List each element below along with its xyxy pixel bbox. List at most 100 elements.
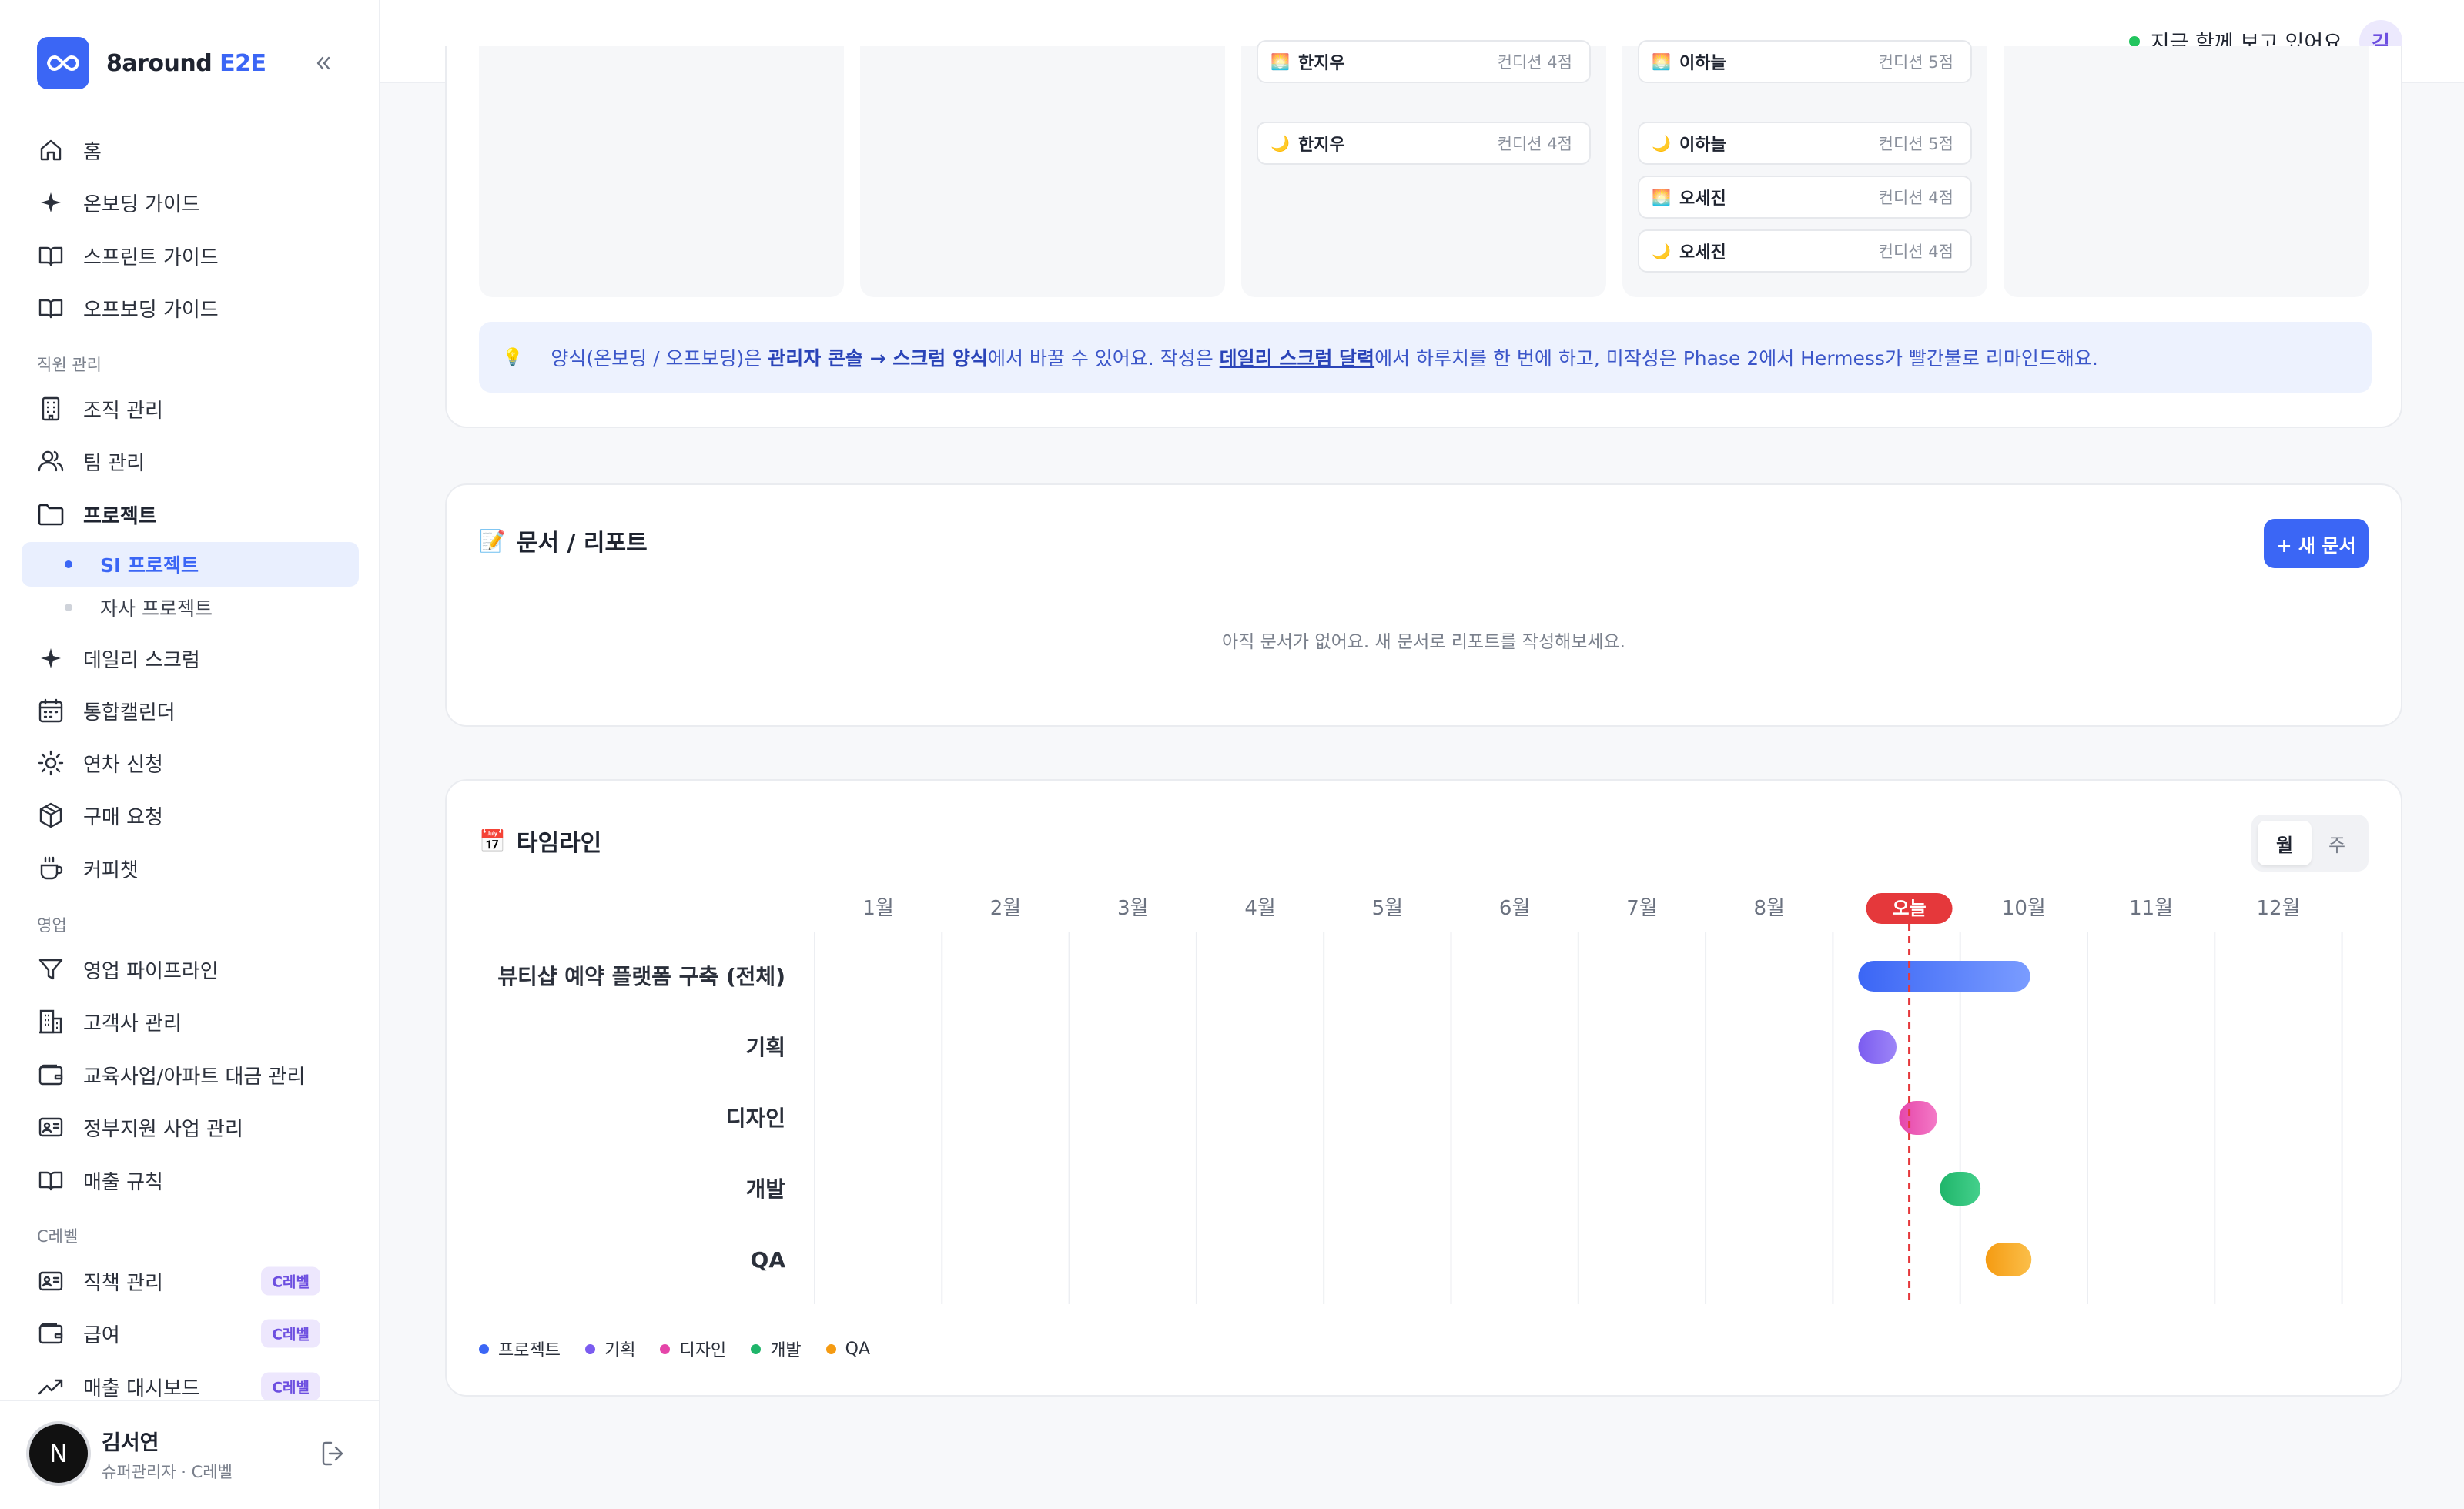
legend-item: 개발 xyxy=(751,1337,802,1361)
nav-item-gov[interactable]: 정부지원 사업 관리 xyxy=(37,1109,353,1145)
book-icon xyxy=(38,246,63,266)
legend-label: 기획 xyxy=(604,1341,636,1360)
logout-icon[interactable] xyxy=(319,1438,350,1469)
today-label: 오늘 xyxy=(1892,898,1926,919)
lightbulb-icon: 💡 xyxy=(502,347,524,367)
timeline-row-label: 디자인 xyxy=(726,1106,785,1131)
moon-icon: 🌙 xyxy=(1652,134,1671,152)
nav-item-calendar[interactable]: 통합캘린더 xyxy=(37,693,353,728)
memo-icon: 📝 xyxy=(479,527,506,554)
nav-label: 매출 규칙 xyxy=(83,1170,163,1194)
timeline-card: 📅 타임라인 월 주 1월 2월 3월 4월 5월 6월 7월 8월 10월 11월 12월 오늘 뷰티… xyxy=(445,779,2402,1397)
scrum-entry-name: 오세진 xyxy=(1679,189,1726,209)
sparkle-icon xyxy=(41,648,61,668)
nav-item-rules[interactable]: 매출 규칙 xyxy=(37,1163,353,1198)
admin-console-link[interactable]: 관리자 콘솔 → 스크럼 양식 xyxy=(768,347,988,370)
book-icon xyxy=(38,299,63,319)
nav-item-scrum[interactable]: 데일리 스크럼 xyxy=(37,641,353,676)
scrum-entry[interactable]: 🌅 이하늘 컨디션 5점 xyxy=(1638,40,1972,83)
timeline-bar[interactable] xyxy=(1858,961,2030,992)
scrum-entry-name: 한지우 xyxy=(1298,136,1345,155)
scrum-entry-name: 이하늘 xyxy=(1679,136,1726,155)
online-dot-icon xyxy=(2128,35,2140,47)
nav-item-purchase[interactable]: 구매 요청 xyxy=(37,798,353,833)
legend-dot-icon xyxy=(584,1343,595,1354)
scrum-column: 🌅 이하늘 컨디션 5점 🌙 이하늘 컨디션 5점 🌅 오세진 컨디션 4점 🌙… xyxy=(1622,40,1987,297)
nav-label: 교육사업/아파트 대금 관리 xyxy=(83,1065,306,1089)
office-icon xyxy=(39,1009,62,1034)
new-document-button[interactable]: + 새 문서 xyxy=(2264,519,2369,568)
nav-item-project[interactable]: 프로젝트 xyxy=(37,497,353,532)
scrum-column: 🌅 한지우 컨디션 4점 🌙 한지우 컨디션 4점 xyxy=(1241,40,1606,297)
scrum-entry-condition: 컨디션 4점 xyxy=(1878,243,1953,261)
documents-title: 📝 문서 / 리포트 xyxy=(479,527,648,557)
scrum-tip-banner: 💡 양식(온보딩 / 오프보딩)은 관리자 콘솔 → 스크럼 양식에서 바꿀 수… xyxy=(479,322,2372,393)
nav-label: 정부지원 사업 관리 xyxy=(83,1117,243,1141)
nav-label: 커피챗 xyxy=(83,858,139,882)
timeline-bar[interactable] xyxy=(1858,1030,1897,1064)
scrum-calendar-link[interactable]: 데일리 스크럼 달력 xyxy=(1220,347,1374,370)
month-tick-label: 11월 xyxy=(2129,897,2173,920)
month-tick-label: 10월 xyxy=(2002,897,2046,920)
documents-empty-message: 아직 문서가 없어요. 새 문서로 리포트를 작성해보세요. xyxy=(1221,632,1625,652)
sub-item-si-project[interactable]: SI 프로젝트 xyxy=(22,542,359,587)
scrum-entry[interactable]: 🌙 오세진 컨디션 4점 xyxy=(1638,229,1972,273)
nav-item-edu[interactable]: 교육사업/아파트 대금 관리 xyxy=(37,1057,353,1092)
nav-item-duties[interactable]: 직책 관리 C레벨 xyxy=(37,1263,353,1299)
timeline-row-label: 기획 xyxy=(745,1035,785,1060)
nav-label: 매출 대시보드 xyxy=(83,1377,200,1400)
sub-item-label: SI 프로젝트 xyxy=(100,554,199,577)
sub-item-own-project[interactable]: 자사 프로젝트 xyxy=(22,585,359,630)
scrum-entry-name: 한지우 xyxy=(1298,54,1345,73)
nav-item-org[interactable]: 조직 관리 xyxy=(37,391,353,427)
timeline-bar[interactable] xyxy=(1985,1243,2032,1276)
id-card-icon xyxy=(38,1117,63,1137)
brand[interactable]: 8around E2E xyxy=(37,37,266,89)
nav-label: 오프보딩 가이드 xyxy=(83,298,219,322)
nav-item-clients[interactable]: 고객사 관리 xyxy=(37,1004,353,1039)
timeline-row-label: 개발 xyxy=(745,1176,785,1202)
section-staff: 직원 관리 xyxy=(37,356,102,374)
c-level-badge: C레벨 xyxy=(261,1319,320,1348)
legend-item: 디자인 xyxy=(660,1337,726,1361)
scrum-entry[interactable]: 🌅 한지우 컨디션 4점 xyxy=(1257,40,1591,83)
wallet-icon xyxy=(38,1323,63,1344)
nav-item-home[interactable]: 홈 xyxy=(37,132,353,168)
scrum-entry[interactable]: 🌙 한지우 컨디션 4점 xyxy=(1257,122,1591,165)
nav-label: 팀 관리 xyxy=(83,451,146,475)
nav-label: 급여 xyxy=(83,1323,120,1347)
avatar[interactable]: N xyxy=(29,1424,88,1483)
nav-item-salary[interactable]: 급여 C레벨 xyxy=(37,1316,353,1351)
nav-item-leave[interactable]: 연차 신청 xyxy=(37,745,353,781)
legend-item: QA xyxy=(825,1340,870,1359)
legend-label: 개발 xyxy=(770,1341,802,1360)
timeline-bar[interactable] xyxy=(1899,1101,1937,1135)
user-profile: N 김서연 슈퍼관리자 · C레벨 xyxy=(0,1400,379,1509)
scrum-entry-condition: 컨디션 4점 xyxy=(1497,135,1572,153)
collapse-sidebar-icon[interactable] xyxy=(308,48,339,79)
scrum-entry[interactable]: 🌅 오세진 컨디션 4점 xyxy=(1638,176,1972,219)
nav-label: 연차 신청 xyxy=(83,753,163,777)
nav-item-offboarding[interactable]: 오프보딩 가이드 xyxy=(37,290,353,326)
nav-item-sprint[interactable]: 스프린트 가이드 xyxy=(37,238,353,273)
nav-item-onboarding[interactable]: 온보딩 가이드 xyxy=(37,185,353,220)
scrum-entry[interactable]: 🌙 이하늘 컨디션 5점 xyxy=(1638,122,1972,165)
timeline-bar[interactable] xyxy=(1940,1172,1981,1206)
legend-dot-icon xyxy=(751,1343,762,1354)
nav-item-coffee[interactable]: 커피챗 xyxy=(37,851,353,886)
documents-card: 📝 문서 / 리포트 + 새 문서 아직 문서가 없어요. 새 문서로 리포트를… xyxy=(445,483,2402,727)
nav-label: 구매 요청 xyxy=(83,805,163,829)
trending-up-icon xyxy=(38,1379,63,1395)
brand-name: 8around E2E xyxy=(106,49,266,77)
nav-label: 데일리 스크럼 xyxy=(83,648,200,672)
scrum-entry-condition: 컨디션 4점 xyxy=(1878,189,1953,207)
nav-item-pipeline[interactable]: 영업 파이프라인 xyxy=(37,952,353,987)
nav-label: 고객사 관리 xyxy=(83,1012,182,1036)
legend-dot-icon xyxy=(825,1343,836,1354)
nav-label: 온보딩 가이드 xyxy=(83,192,200,216)
nav-label: 홈 xyxy=(83,140,102,164)
month-tick-label: 2월 xyxy=(990,897,1021,920)
scrum-entry-name: 이하늘 xyxy=(1679,54,1726,73)
bullet-icon xyxy=(65,604,72,611)
nav-item-team[interactable]: 팀 관리 xyxy=(37,443,353,479)
